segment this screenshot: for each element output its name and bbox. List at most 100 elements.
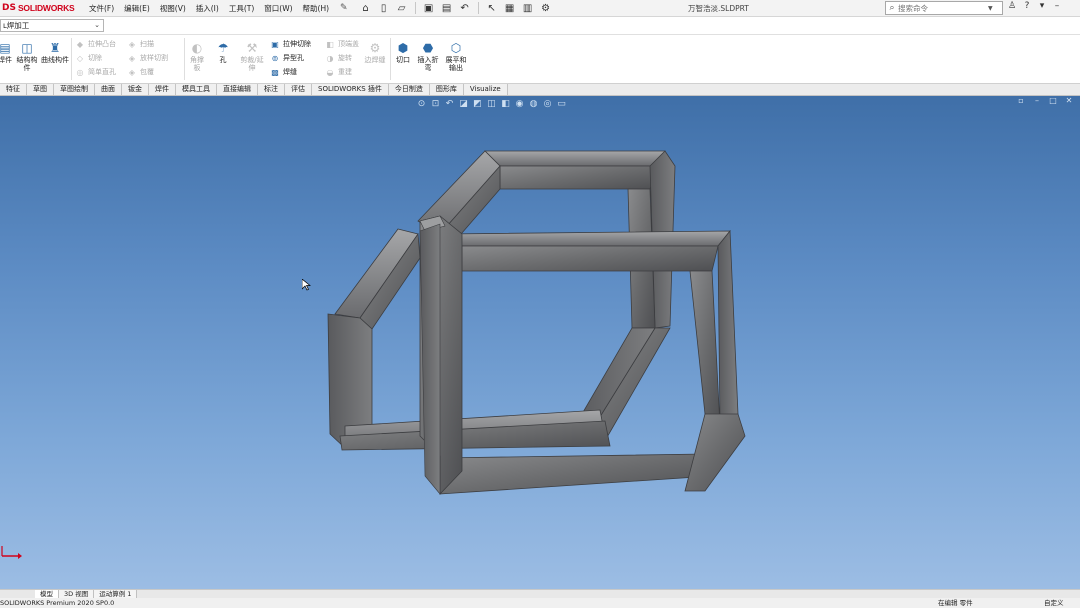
select-arrow-icon[interactable]: ↖	[484, 2, 500, 15]
revolve-button[interactable]: ◑ 旋转	[325, 53, 353, 63]
title-bar: DS SOLIDWORKS 文件(F) 编辑(E) 视图(V) 插入(I) 工具…	[0, 0, 1080, 17]
weldment-button[interactable]: ▤ 焊件	[0, 41, 13, 64]
minimize-icon[interactable]: –	[1051, 1, 1063, 15]
gusset-button[interactable]: ◐ 角撑板	[187, 41, 207, 72]
rebuild-small-label: 重建	[338, 68, 352, 76]
ribbon-separator	[71, 38, 72, 80]
solidworks-logo[interactable]: DS SOLIDWORKS	[0, 3, 75, 13]
end-cap-button[interactable]: ◧ 顶端盖	[325, 39, 359, 49]
menu-file[interactable]: 文件(F)	[84, 3, 119, 14]
flatten-button[interactable]: ⬡ 展平和输出	[443, 41, 469, 72]
tab-model[interactable]: 模型	[35, 590, 59, 598]
extrude-boss-label: 拉伸凸台	[88, 40, 116, 48]
curve-member-button[interactable]: ♜ 曲线构件	[41, 41, 69, 64]
chevron-down-icon[interactable]: ⌄	[94, 20, 100, 31]
sweep-label: 扫描	[140, 40, 154, 48]
chevron-down-icon[interactable]: ▾	[1036, 1, 1048, 15]
wrap-button[interactable]: ◈ 包覆	[127, 67, 154, 77]
tab-weldments[interactable]: 焊件	[149, 84, 176, 95]
search-icon: ⌕	[889, 3, 895, 13]
tab-manufacturing[interactable]: 今日制造	[388, 84, 430, 95]
title-right-buttons: ♙ ? ▾ –	[1006, 1, 1063, 15]
weldment-frame-model[interactable]	[0, 96, 1080, 589]
thin-label: 切除	[88, 54, 102, 62]
user-icon[interactable]: ♙	[1006, 1, 1018, 15]
chamfer-curve-button[interactable]: ⚙ 边焊缝	[362, 41, 388, 64]
tab-visualize[interactable]: Visualize	[463, 84, 508, 95]
menu-help[interactable]: 帮助(H)	[298, 3, 335, 14]
tab-sketch[interactable]: 草图	[27, 84, 54, 95]
help-icon[interactable]: ?	[1021, 1, 1033, 15]
tab-3d-views[interactable]: 3D 视图	[59, 590, 95, 598]
structure-member-button[interactable]: ◫ 结构构件	[14, 41, 40, 72]
center-post[interactable]	[419, 215, 463, 495]
flatten-label: 展平和输出	[445, 56, 467, 72]
weld-bead-label: 焊缝	[283, 68, 297, 76]
tab-sketch-ink[interactable]: 草图绘制	[54, 84, 95, 95]
new-doc-icon[interactable]: ▯	[376, 2, 392, 15]
command-manager-tabs: 特征 草图 草图绘制 曲面 钣金 焊件 模具工具 直接编辑 标注 评估 SOLI…	[0, 84, 1080, 96]
weld-bead-button[interactable]: ▩ 焊缝	[270, 67, 297, 77]
tab-evaluate[interactable]: 评估	[285, 84, 312, 95]
search-input[interactable]	[898, 2, 988, 14]
chamfer-icon: ⚙	[369, 41, 381, 55]
tab-direct-editing[interactable]: 直接编辑	[217, 84, 258, 95]
reference-triad	[1, 546, 22, 559]
insert-bend-icon: ⬣	[422, 41, 434, 55]
revolve-label: 旋转	[338, 54, 352, 62]
extrude-cut-button[interactable]: ▣ 拉伸切除	[270, 39, 311, 49]
tab-surfaces[interactable]: 曲面	[95, 84, 122, 95]
tab-library[interactable]: 图形库	[429, 84, 464, 95]
weldment-label: 焊件	[0, 56, 12, 64]
sweep-button[interactable]: ◈ 扫描	[127, 39, 154, 49]
tab-sheet-metal[interactable]: 钣金	[122, 84, 149, 95]
menu-tools[interactable]: 工具(T)	[224, 3, 259, 14]
menu-view[interactable]: 视图(V)	[155, 3, 191, 14]
menu-window[interactable]: 窗口(W)	[259, 3, 297, 14]
gear-icon[interactable]: ⚙	[538, 2, 554, 15]
tab-markup[interactable]: 标注	[258, 84, 285, 95]
menu-insert[interactable]: 插入(I)	[191, 3, 224, 14]
simple-hole-button[interactable]: ◎ 简单直孔	[75, 67, 117, 77]
holewizard-button[interactable]: ⊚ 异型孔	[270, 53, 304, 63]
rebuild-icon[interactable]: ▦	[502, 2, 518, 15]
mouse-cursor-icon	[302, 279, 311, 291]
search-box[interactable]: ⌕ ▼	[885, 1, 1003, 15]
insert-bend-label: 插入折弯	[417, 56, 439, 72]
print-icon[interactable]: ▤	[439, 2, 455, 15]
extrude-boss-button[interactable]: ◆ 拉伸凸台	[75, 39, 116, 49]
end-cap-icon: ◧	[326, 39, 334, 49]
trim-extend-label: 剪裁/延伸	[240, 56, 264, 72]
tab-mold-tools[interactable]: 模具工具	[176, 84, 217, 95]
tab-addins[interactable]: SOLIDWORKS 插件	[312, 84, 389, 95]
open-icon[interactable]: ▱	[394, 2, 410, 15]
lofted-cut-button[interactable]: ◈ 放样切割	[127, 53, 168, 63]
ds-logo-mark: DS	[2, 3, 16, 13]
rebuild-small-button[interactable]: ◒ 重建	[325, 67, 353, 77]
trim-extend-icon: ⚒	[246, 41, 258, 55]
thin-button[interactable]: ◇ 切除	[75, 53, 102, 63]
chamfer-curve-label: 边焊缝	[364, 56, 386, 64]
save-icon[interactable]: ▣	[421, 2, 437, 15]
cut-list-button[interactable]: ⬢ 切口	[392, 41, 414, 64]
insert-bend-button[interactable]: ⬣ 插入折弯	[415, 41, 441, 72]
curve-member-icon: ♜	[49, 41, 61, 55]
status-units[interactable]: 自定义	[1044, 598, 1064, 608]
home-icon[interactable]: ⌂	[358, 2, 374, 15]
tab-features[interactable]: 特征	[0, 84, 27, 95]
menu-edit[interactable]: 编辑(E)	[119, 3, 155, 14]
property-combo[interactable]: ʟ焊加工 ⌄	[0, 19, 104, 32]
file-properties-icon[interactable]: ▥	[520, 2, 536, 15]
pin-icon[interactable]: ✎	[340, 3, 348, 13]
trim-extend-button[interactable]: ⚒ 剪裁/延伸	[239, 41, 265, 72]
hole-feature-button[interactable]: ☂ 孔	[210, 41, 236, 64]
ribbon-separator	[184, 38, 185, 80]
undo-icon[interactable]: ↶	[457, 2, 473, 15]
chevron-down-icon[interactable]: ▼	[988, 5, 993, 12]
status-version: SOLIDWORKS Premium 2020 SP0.0	[0, 599, 115, 607]
toolbar-separator	[414, 2, 416, 14]
graphics-viewport[interactable]: ⊙ ⊡ ↶ ◪ ◩ ◫ ◧ ◉ ◍ ◎ ▭ ▫ – □ ✕	[0, 96, 1080, 589]
loft-icon: ◈	[128, 53, 136, 63]
tab-motion-study[interactable]: 运动算例 1	[94, 590, 138, 598]
front-frame[interactable]	[327, 228, 746, 492]
